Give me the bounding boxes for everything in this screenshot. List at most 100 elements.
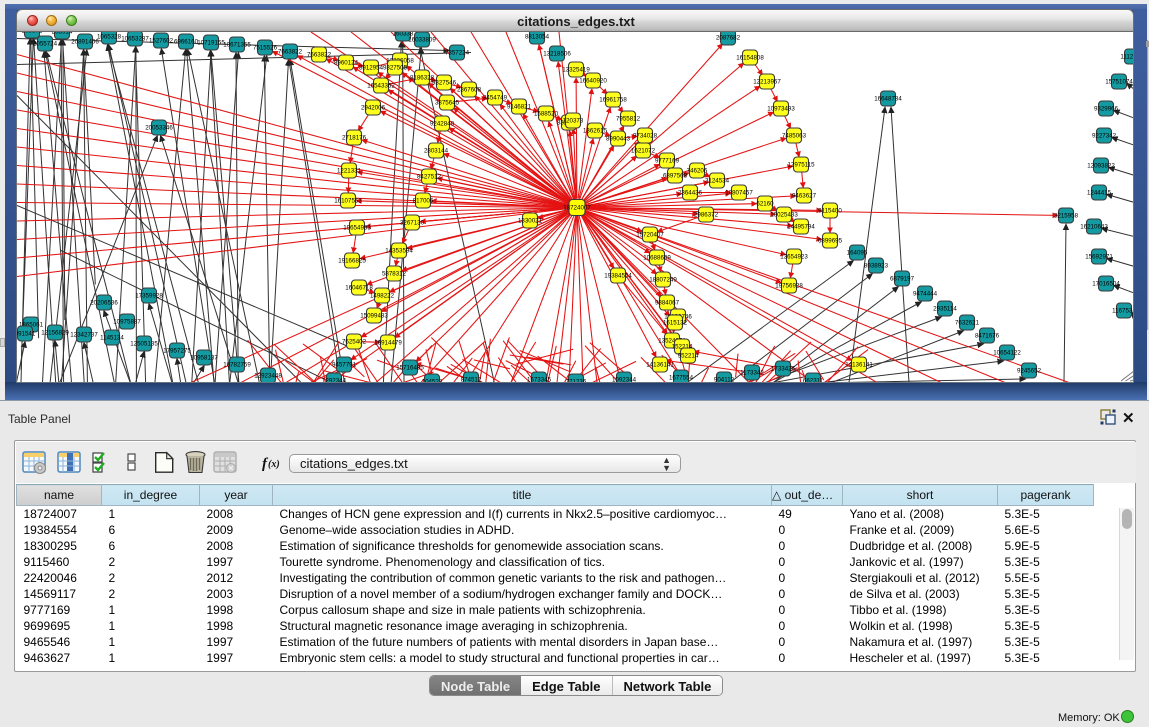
svg-text:13218506: 13218506 bbox=[543, 51, 571, 58]
svg-text:9463627: 9463627 bbox=[792, 193, 817, 200]
svg-text:7357224: 7357224 bbox=[445, 50, 470, 57]
svg-text:10671355: 10671355 bbox=[223, 42, 251, 49]
svg-text:1588520: 1588520 bbox=[534, 111, 559, 118]
svg-text:208914: 208914 bbox=[52, 32, 73, 36]
svg-text:10025433: 10025433 bbox=[770, 212, 798, 219]
svg-text:16648784: 16648784 bbox=[874, 96, 902, 103]
svg-text:2055724: 2055724 bbox=[33, 41, 58, 48]
svg-text:1244415: 1244415 bbox=[1087, 190, 1112, 197]
svg-text:952214: 952214 bbox=[678, 353, 699, 360]
svg-text:2367608: 2367608 bbox=[457, 87, 482, 94]
svg-text:2942006: 2942006 bbox=[361, 105, 386, 112]
svg-text:7663822: 7663822 bbox=[278, 49, 303, 56]
svg-text:10958137: 10958137 bbox=[190, 355, 218, 362]
svg-text:16914479: 16914479 bbox=[374, 340, 402, 347]
svg-text:17016504: 17016504 bbox=[1092, 281, 1120, 288]
svg-text:9227342: 9227342 bbox=[1092, 133, 1117, 140]
svg-text:10653287: 10653287 bbox=[121, 36, 149, 43]
svg-text:2803144: 2803144 bbox=[424, 148, 449, 155]
svg-text:3267130: 3267130 bbox=[400, 220, 425, 227]
svg-text:1733426: 1733426 bbox=[771, 366, 796, 373]
svg-text:14495794: 14495794 bbox=[787, 224, 815, 231]
svg-text:1173342: 1173342 bbox=[740, 370, 764, 377]
svg-text:10654122: 10654122 bbox=[993, 350, 1021, 357]
svg-text:3124534: 3124534 bbox=[705, 178, 730, 185]
svg-text:1498222: 1498222 bbox=[370, 293, 395, 300]
svg-text:16782759: 16782759 bbox=[223, 362, 251, 369]
svg-text:8427512: 8427512 bbox=[417, 174, 442, 181]
svg-text:14136141: 14136141 bbox=[845, 362, 873, 369]
svg-text:1615132: 1615132 bbox=[663, 320, 688, 327]
svg-text:16033809: 16033809 bbox=[408, 37, 436, 44]
svg-text:5878312: 5878312 bbox=[382, 271, 407, 278]
svg-text:10973493: 10973493 bbox=[767, 106, 795, 113]
svg-text:1221331: 1221331 bbox=[337, 168, 362, 175]
svg-text:9734028: 9734028 bbox=[633, 133, 658, 140]
svg-text:(x): (x) bbox=[268, 459, 280, 470]
svg-text:3215958: 3215958 bbox=[1054, 213, 1079, 220]
svg-text:20206536: 20206536 bbox=[90, 300, 118, 307]
svg-text:12213967: 12213967 bbox=[753, 79, 781, 86]
svg-text:15716485: 15716485 bbox=[396, 365, 424, 372]
svg-text:7515526: 7515526 bbox=[253, 45, 278, 52]
svg-text:8471676: 8471676 bbox=[975, 333, 1000, 340]
svg-text:6899695: 6899695 bbox=[818, 238, 843, 245]
svg-text:164095: 164095 bbox=[847, 250, 868, 257]
svg-text:14353594: 14353594 bbox=[385, 248, 413, 255]
svg-text:8186328: 8186328 bbox=[410, 75, 435, 82]
svg-text:12342737: 12342737 bbox=[70, 332, 98, 339]
svg-text:17957275: 17957275 bbox=[163, 348, 191, 355]
svg-text:120373: 120373 bbox=[563, 118, 584, 125]
svg-text:2087682: 2087682 bbox=[716, 35, 741, 42]
svg-text:10688609: 10688609 bbox=[643, 255, 671, 262]
svg-text:391541: 391541 bbox=[17, 331, 36, 338]
svg-text:1112456: 1112456 bbox=[1120, 54, 1134, 61]
svg-text:6966160: 6966160 bbox=[174, 39, 199, 46]
svg-text:10975887: 10975887 bbox=[113, 319, 141, 326]
svg-text:2935114: 2935114 bbox=[933, 306, 957, 313]
svg-text:9777169: 9777169 bbox=[655, 158, 680, 165]
svg-text:9884067: 9884067 bbox=[655, 300, 680, 307]
svg-text:16154808: 16154808 bbox=[736, 55, 764, 62]
svg-text:62160: 62160 bbox=[756, 201, 774, 208]
svg-text:205572: 205572 bbox=[22, 32, 43, 35]
svg-text:2364436: 2364436 bbox=[678, 190, 703, 197]
svg-text:662311: 662311 bbox=[803, 378, 824, 383]
svg-text:10719155: 10719155 bbox=[197, 40, 225, 47]
svg-text:13654923: 13654923 bbox=[780, 254, 808, 261]
svg-text:1362615: 1362615 bbox=[583, 128, 608, 135]
svg-text:12156829: 12156829 bbox=[41, 330, 69, 337]
svg-text:817006: 817006 bbox=[413, 198, 434, 205]
svg-text:771236: 771236 bbox=[566, 379, 587, 383]
svg-text:9474444: 9474444 bbox=[913, 291, 938, 298]
svg-text:2986372: 2986372 bbox=[694, 212, 719, 219]
svg-text:8454749: 8454749 bbox=[483, 95, 508, 102]
svg-text:1621072: 1621072 bbox=[631, 148, 656, 155]
svg-text:1092344: 1092344 bbox=[612, 377, 637, 383]
svg-text:6897568: 6897568 bbox=[663, 173, 688, 180]
svg-text:9327505: 9327505 bbox=[383, 65, 408, 72]
svg-text:18807249: 18807249 bbox=[649, 277, 677, 284]
svg-text:12975115: 12975115 bbox=[787, 162, 815, 169]
svg-text:9327546: 9327546 bbox=[432, 80, 457, 87]
svg-text:10807457: 10807457 bbox=[725, 190, 753, 197]
svg-text:8813054: 8813054 bbox=[525, 34, 550, 41]
svg-text:12505135: 12505135 bbox=[130, 341, 158, 348]
svg-text:18724007: 18724007 bbox=[563, 205, 591, 212]
svg-text:1673345: 1673345 bbox=[527, 377, 552, 383]
svg-text:1065328: 1065328 bbox=[97, 34, 122, 41]
svg-text:13325419: 13325419 bbox=[562, 67, 590, 74]
svg-text:1677554: 1677554 bbox=[669, 375, 694, 382]
svg-text:12093822: 12093822 bbox=[1087, 163, 1115, 170]
svg-text:746206: 746206 bbox=[687, 168, 708, 175]
svg-text:19654983: 19654983 bbox=[343, 225, 371, 232]
svg-text:15099483: 15099483 bbox=[360, 313, 388, 320]
svg-text:12923448: 12923448 bbox=[254, 373, 282, 380]
svg-text:3875645: 3875645 bbox=[435, 100, 460, 107]
svg-text:1330021: 1330021 bbox=[518, 218, 543, 225]
svg-text:17359928: 17359928 bbox=[135, 293, 163, 300]
svg-text:19166825: 19166825 bbox=[338, 258, 366, 265]
svg-text:15720407: 15720407 bbox=[636, 232, 664, 239]
svg-text:8912954: 8912954 bbox=[359, 65, 384, 72]
svg-text:9457791: 9457791 bbox=[332, 362, 357, 369]
